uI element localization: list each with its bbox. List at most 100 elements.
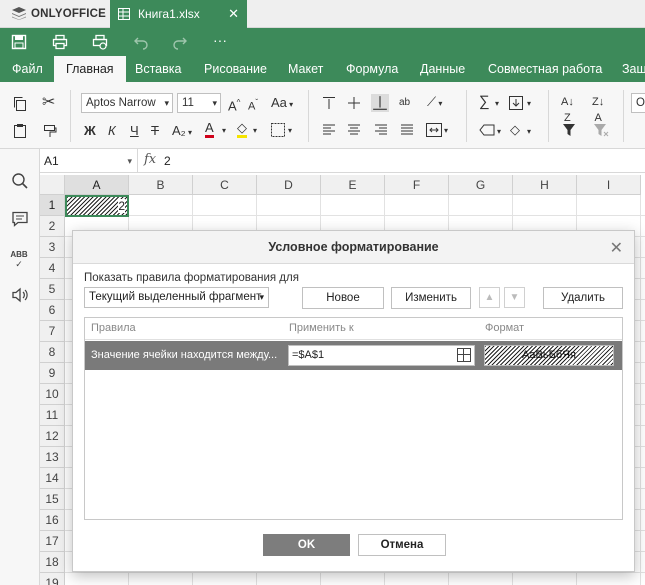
decrease-font-icon[interactable]: Aˇ bbox=[248, 95, 258, 115]
wrap-text-icon[interactable]: ab bbox=[399, 95, 410, 111]
menu-home[interactable]: Главная bbox=[54, 56, 126, 82]
row-header-9[interactable]: 9 bbox=[40, 363, 65, 384]
close-tab-icon[interactable]: ✕ bbox=[228, 6, 239, 22]
redo-icon[interactable] bbox=[172, 34, 188, 50]
close-icon[interactable]: ✕ bbox=[610, 238, 623, 258]
row-header-2[interactable]: 2 bbox=[40, 216, 65, 237]
move-up-icon[interactable]: ▲ bbox=[479, 287, 500, 308]
sort-descending-icon[interactable]: Z↓ A bbox=[592, 94, 604, 126]
align-center-icon[interactable] bbox=[347, 124, 361, 136]
row-header-15[interactable]: 15 bbox=[40, 489, 65, 510]
align-bottom-icon[interactable] bbox=[371, 94, 389, 112]
font-color-button[interactable]: A bbox=[205, 121, 214, 138]
borders-icon[interactable] bbox=[271, 123, 285, 137]
menu-data[interactable]: Данные bbox=[408, 56, 477, 82]
fill-color-icon[interactable]: ◇ bbox=[237, 121, 247, 138]
paste-icon[interactable] bbox=[12, 123, 28, 139]
row-header-19[interactable]: 19 bbox=[40, 573, 65, 585]
row-header-10[interactable]: 10 bbox=[40, 384, 65, 405]
row-header-16[interactable]: 16 bbox=[40, 510, 65, 531]
table-row[interactable]: Значение ячейки находится между... =$A$1… bbox=[85, 341, 622, 370]
quick-print-icon[interactable] bbox=[92, 34, 108, 50]
row-header-6[interactable]: 6 bbox=[40, 300, 65, 321]
undo-icon[interactable] bbox=[133, 34, 149, 50]
increase-font-icon[interactable]: A^ bbox=[228, 95, 240, 114]
menu-insert[interactable]: Вставка bbox=[123, 56, 193, 82]
menu-file[interactable]: Файл bbox=[0, 56, 55, 82]
formula-input[interactable]: 2 bbox=[164, 149, 171, 173]
column-header-e[interactable]: E bbox=[321, 175, 385, 195]
spellcheck-icon[interactable]: ABB ✓ bbox=[10, 250, 28, 269]
eraser-icon[interactable]: ◇ bbox=[510, 122, 520, 138]
row-header-12[interactable]: 12 bbox=[40, 426, 65, 447]
row-header-5[interactable]: 5 bbox=[40, 279, 65, 300]
document-tab[interactable]: Книга1.xlsx ✕ bbox=[110, 0, 247, 28]
column-header-f[interactable]: F bbox=[385, 175, 449, 195]
justify-icon[interactable] bbox=[400, 124, 414, 136]
menu-layout[interactable]: Макет bbox=[276, 56, 335, 82]
rules-scope-select[interactable]: Текущий выделенный фрагмент ▾ bbox=[84, 287, 269, 308]
clear-format-icon[interactable] bbox=[479, 124, 495, 136]
format-painter-icon[interactable] bbox=[42, 123, 58, 139]
menu-collaboration[interactable]: Совместная работа bbox=[476, 56, 614, 82]
select-range-icon[interactable] bbox=[457, 348, 471, 362]
print-icon[interactable] bbox=[52, 34, 68, 50]
filter-icon[interactable] bbox=[562, 123, 576, 137]
row-header-13[interactable]: 13 bbox=[40, 447, 65, 468]
rule-format-preview[interactable]: АаВьБбЯя bbox=[484, 345, 614, 366]
row-header-18[interactable]: 18 bbox=[40, 552, 65, 573]
select-all-corner[interactable] bbox=[40, 175, 65, 195]
menu-formula[interactable]: Формула bbox=[334, 56, 410, 82]
row-header-14[interactable]: 14 bbox=[40, 468, 65, 489]
row-header-3[interactable]: 3 bbox=[40, 237, 65, 258]
column-header-d[interactable]: D bbox=[257, 175, 321, 195]
column-header-h[interactable]: H bbox=[513, 175, 577, 195]
bold-button[interactable]: Ж bbox=[84, 123, 96, 139]
change-case-icon[interactable]: Aa ▾ bbox=[271, 95, 293, 113]
column-header-a[interactable]: A bbox=[65, 175, 129, 195]
cancel-button[interactable]: Отмена bbox=[358, 534, 446, 556]
save-icon[interactable] bbox=[11, 34, 27, 50]
subscript-button[interactable]: A₂ ▾ bbox=[172, 123, 192, 141]
column-header-c[interactable]: C bbox=[193, 175, 257, 195]
column-header-g[interactable]: G bbox=[449, 175, 513, 195]
function-icon[interactable]: fx bbox=[144, 152, 156, 167]
comments-icon[interactable] bbox=[11, 210, 29, 228]
italic-button[interactable]: К bbox=[108, 123, 116, 139]
align-right-icon[interactable] bbox=[374, 124, 388, 136]
row-header-4[interactable]: 4 bbox=[40, 258, 65, 279]
chevron-down-icon[interactable]: ▾ bbox=[497, 124, 501, 140]
row-header-7[interactable]: 7 bbox=[40, 321, 65, 342]
underline-button[interactable]: Ч bbox=[130, 123, 139, 139]
font-size-select[interactable]: 11 ▾ bbox=[177, 93, 221, 113]
ok-button[interactable]: OK bbox=[263, 534, 350, 556]
autosum-icon[interactable]: ∑ bbox=[479, 94, 490, 110]
rule-range-input[interactable]: =$A$1 bbox=[288, 345, 475, 366]
number-format-select[interactable]: O bbox=[631, 93, 645, 113]
align-middle-icon[interactable] bbox=[347, 96, 361, 110]
font-name-select[interactable]: Aptos Narrow ▾ bbox=[81, 93, 173, 113]
chevron-down-icon[interactable]: ▾ bbox=[288, 123, 292, 139]
column-header-i[interactable]: I bbox=[577, 175, 641, 195]
edit-rule-button[interactable]: Изменить bbox=[391, 287, 471, 309]
speaker-icon[interactable] bbox=[11, 286, 29, 304]
strikethrough-button[interactable]: Т bbox=[151, 123, 159, 139]
clear-filter-icon[interactable] bbox=[593, 123, 609, 137]
menu-protection[interactable]: Защ bbox=[610, 56, 645, 82]
chevron-down-icon[interactable]: ▾ bbox=[495, 96, 499, 112]
orientation-icon[interactable]: ⟋ ▾ bbox=[427, 94, 442, 112]
move-down-icon[interactable]: ▼ bbox=[504, 287, 525, 308]
chevron-down-icon[interactable]: ▾ bbox=[527, 96, 531, 112]
merge-cells-icon[interactable] bbox=[426, 123, 442, 137]
delete-rule-button[interactable]: Удалить bbox=[543, 287, 623, 309]
fill-icon[interactable] bbox=[509, 96, 523, 110]
chevron-down-icon[interactable]: ▾ bbox=[253, 123, 257, 139]
search-icon[interactable] bbox=[11, 172, 29, 190]
more-icon[interactable]: ··· bbox=[213, 32, 229, 48]
row-header-8[interactable]: 8 bbox=[40, 342, 65, 363]
cell-name-box[interactable]: A1 ▾ bbox=[40, 149, 138, 173]
column-header-b[interactable]: B bbox=[129, 175, 193, 195]
cut-icon[interactable]: ✂ bbox=[42, 95, 55, 111]
new-rule-button[interactable]: Новое bbox=[302, 287, 384, 309]
chevron-down-icon[interactable]: ▾ bbox=[444, 123, 448, 139]
